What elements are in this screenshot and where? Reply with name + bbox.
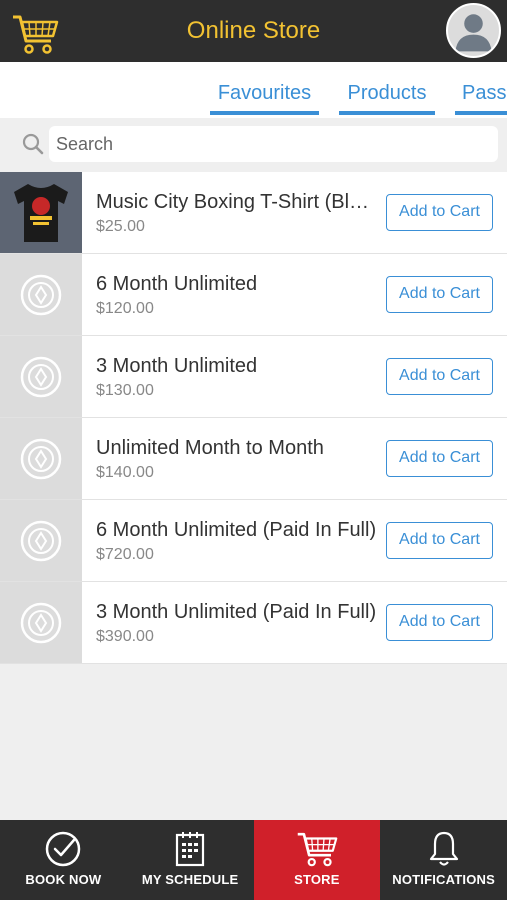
top-bar: Online Store — [0, 0, 507, 62]
nav-book-now[interactable]: BOOK NOW — [0, 820, 127, 900]
calendar-icon — [176, 832, 205, 867]
tab-label: Passes — [462, 82, 507, 104]
nav-label: BOOK NOW — [25, 872, 102, 887]
search-input[interactable] — [49, 126, 498, 162]
tab-underline — [455, 111, 507, 115]
user-avatar-icon[interactable] — [446, 3, 501, 58]
product-name: 6 Month Unlimited (Paid In Full) — [96, 519, 377, 541]
product-name: 3 Month Unlimited (Paid In Full) — [96, 601, 377, 623]
bell-icon — [429, 831, 458, 866]
product-row[interactable]: 6 Month Unlimited (Paid In Full) $720.00… — [0, 500, 507, 582]
tab-products[interactable]: Products — [339, 62, 435, 118]
tab-favourites[interactable]: Favourites — [210, 62, 319, 118]
page-title: Online Store — [186, 17, 321, 44]
product-row[interactable]: Unlimited Month to Month $140.00 Add to … — [0, 418, 507, 500]
nav-my-schedule[interactable]: MY SCHEDULE — [127, 820, 254, 900]
search-icon — [22, 133, 44, 155]
tab-passes[interactable]: Passes — [455, 62, 507, 118]
tab-label: Favourites — [217, 82, 312, 104]
nav-label: NOTIFICATIONS — [392, 872, 495, 887]
tab-underline — [210, 111, 319, 115]
product-name: 6 Month Unlimited — [96, 273, 258, 295]
add-to-cart-button[interactable]: Add to Cart — [386, 194, 493, 231]
placeholder-logo-icon — [0, 254, 82, 335]
placeholder-logo-icon — [0, 336, 82, 417]
product-list: Music City Boxing T-Shirt (Black) $25.00… — [0, 172, 507, 664]
tab-underline — [339, 111, 435, 115]
nav-store[interactable]: STORE — [253, 820, 381, 900]
placeholder-logo-icon — [0, 500, 82, 581]
tab-label: Products — [347, 82, 427, 104]
add-to-cart-button[interactable]: Add to Cart — [386, 276, 493, 313]
tshirt-image — [0, 172, 82, 253]
category-tabs: Favourites Products Passes — [0, 62, 507, 118]
product-row[interactable]: Music City Boxing T-Shirt (Black) $25.00… — [0, 172, 507, 254]
product-name: Music City Boxing T-Shirt (Black) — [96, 191, 380, 213]
product-price: $25.00 — [96, 218, 145, 235]
product-name: 3 Month Unlimited — [96, 355, 258, 377]
product-row[interactable]: 6 Month Unlimited $120.00 Add to Cart — [0, 254, 507, 336]
product-price: $120.00 — [96, 300, 154, 317]
product-price: $140.00 — [96, 464, 154, 481]
add-to-cart-button[interactable]: Add to Cart — [386, 522, 493, 559]
product-row[interactable]: 3 Month Unlimited (Paid In Full) $390.00… — [0, 582, 507, 664]
check-circle-icon — [46, 831, 81, 867]
nav-label: MY SCHEDULE — [141, 872, 239, 887]
add-to-cart-button[interactable]: Add to Cart — [386, 358, 493, 395]
cart-icon — [297, 832, 338, 867]
product-price: $390.00 — [96, 628, 154, 645]
search-bar — [0, 118, 507, 172]
product-price: $130.00 — [96, 382, 154, 399]
placeholder-logo-icon — [0, 582, 82, 663]
nav-notifications[interactable]: NOTIFICATIONS — [380, 820, 507, 900]
bottom-nav: BOOK NOW MY SCHEDULE STORE NOTIFICATIONS — [0, 820, 507, 900]
product-row[interactable]: 3 Month Unlimited $130.00 Add to Cart — [0, 336, 507, 418]
product-price: $720.00 — [96, 546, 154, 563]
product-name: Unlimited Month to Month — [96, 437, 324, 459]
nav-label: STORE — [294, 872, 340, 887]
add-to-cart-button[interactable]: Add to Cart — [386, 440, 493, 477]
add-to-cart-button[interactable]: Add to Cart — [386, 604, 493, 641]
placeholder-logo-icon — [0, 418, 82, 499]
